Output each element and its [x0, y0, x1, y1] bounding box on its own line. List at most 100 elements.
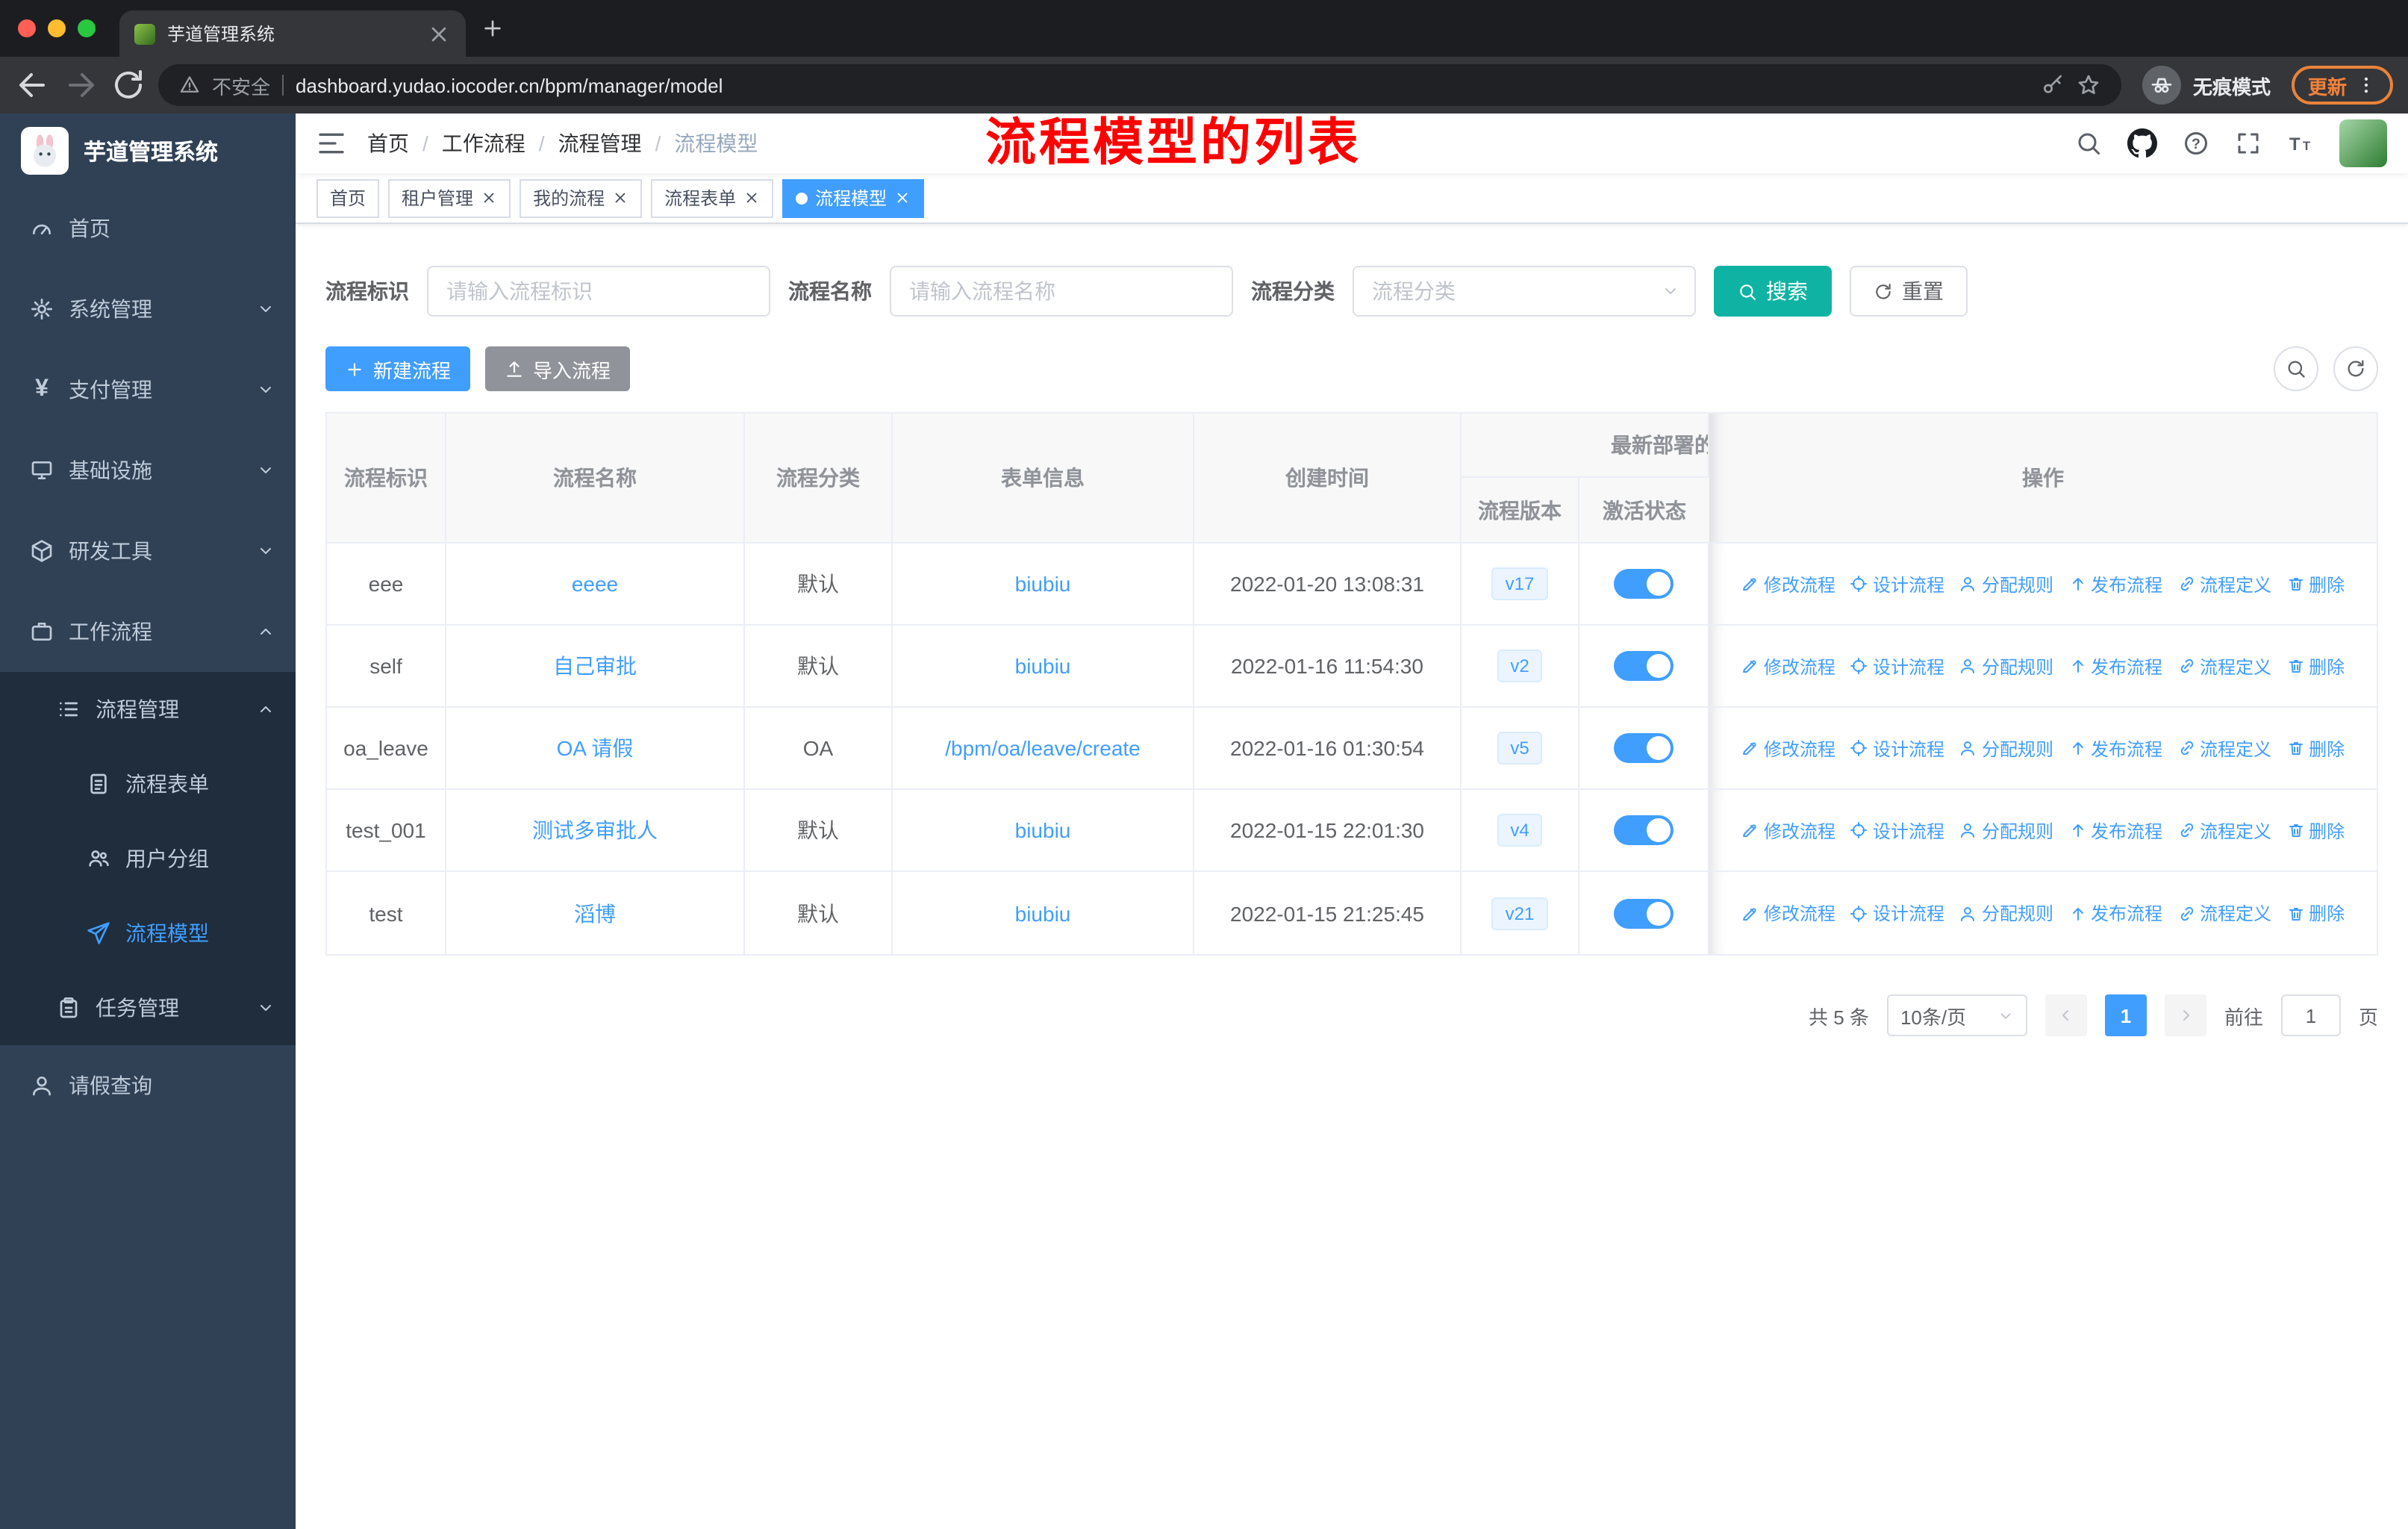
reset-button[interactable]: 重置 [1850, 266, 1968, 317]
process-name-input[interactable] [890, 266, 1233, 317]
form-info-link[interactable]: biubiu [1015, 572, 1071, 596]
edit-process-link[interactable]: 修改流程 [1741, 571, 1835, 597]
process-definition-link[interactable]: 流程定义 [2177, 818, 2271, 843]
assign-rule-link[interactable]: 分配规则 [1959, 735, 2053, 761]
address-bar[interactable]: 不安全 dashboard.yudao.iocoder.cn/bpm/manag… [158, 64, 2121, 106]
sidebar-item-payment[interactable]: ¥ 支付管理 [0, 349, 296, 430]
sidebar-item-process-form[interactable]: 流程表单 [0, 747, 296, 821]
sidebar-item-home[interactable]: 首页 [0, 188, 296, 269]
refresh-table-button[interactable] [2333, 346, 2378, 391]
password-key-icon[interactable] [2041, 73, 2065, 97]
process-name-link[interactable]: 自己审批 [553, 654, 637, 678]
design-process-link[interactable]: 设计流程 [1850, 653, 1944, 679]
sidebar-item-workflow[interactable]: 工作流程 [0, 591, 296, 672]
current-page-button[interactable]: 1 [2104, 994, 2147, 1036]
active-toggle[interactable] [1614, 815, 1674, 845]
edit-process-link[interactable]: 修改流程 [1741, 818, 1835, 843]
assign-rule-link[interactable]: 分配规则 [1959, 900, 2053, 926]
assign-rule-link[interactable]: 分配规则 [1959, 571, 2053, 597]
form-info-link[interactable]: biubiu [1015, 818, 1071, 842]
search-button[interactable]: 搜索 [1714, 266, 1832, 317]
sidebar-item-leave-query[interactable]: 请假查询 [0, 1045, 296, 1126]
tag-process-model[interactable]: 流程模型 [782, 178, 925, 217]
process-category-select[interactable]: 流程分类 [1353, 266, 1696, 317]
sidebar-item-task-management[interactable]: 任务管理 [0, 971, 296, 1045]
incognito-profile-chip[interactable]: 无痕模式 [2142, 66, 2271, 105]
delete-link[interactable]: 删除 [2286, 735, 2345, 761]
active-toggle[interactable] [1614, 733, 1674, 763]
process-definition-link[interactable]: 流程定义 [2177, 900, 2271, 926]
delete-link[interactable]: 删除 [2286, 571, 2345, 597]
sidebar-item-infrastructure[interactable]: 基础设施 [0, 430, 296, 511]
page-size-select[interactable]: 10条/页 [1886, 994, 2027, 1036]
forward-icon[interactable] [63, 67, 99, 103]
delete-link[interactable]: 删除 [2286, 900, 2345, 926]
tag-tenant-management[interactable]: 租户管理 [388, 178, 511, 217]
form-info-link[interactable]: /bpm/oa/leave/create [945, 736, 1141, 760]
close-window-button[interactable] [18, 19, 36, 37]
next-page-button[interactable] [2164, 994, 2206, 1036]
sidebar-item-process-model[interactable]: 流程模型 [0, 896, 296, 971]
breadcrumb-process-management[interactable]: 流程管理 [558, 128, 642, 158]
process-name-link[interactable]: 测试多审批人 [532, 818, 658, 842]
edit-process-link[interactable]: 修改流程 [1741, 735, 1835, 761]
process-definition-link[interactable]: 流程定义 [2177, 571, 2271, 597]
publish-process-link[interactable]: 发布流程 [2068, 900, 2162, 926]
publish-process-link[interactable]: 发布流程 [2068, 818, 2162, 843]
active-toggle[interactable] [1614, 569, 1674, 599]
design-process-link[interactable]: 设计流程 [1850, 571, 1944, 597]
tag-home[interactable]: 首页 [316, 178, 380, 217]
sidebar-item-process-management[interactable]: 流程管理 [0, 672, 296, 747]
breadcrumb-home[interactable]: 首页 [367, 128, 409, 158]
breadcrumb-workflow[interactable]: 工作流程 [442, 128, 525, 158]
edit-process-link[interactable]: 修改流程 [1741, 900, 1835, 926]
design-process-link[interactable]: 设计流程 [1850, 735, 1944, 761]
prev-page-button[interactable] [2044, 994, 2087, 1036]
form-info-link[interactable]: biubiu [1015, 654, 1071, 678]
sidebar-item-devtools[interactable]: 研发工具 [0, 511, 296, 591]
toggle-search-button[interactable] [2274, 346, 2318, 391]
app-logo-row[interactable]: 芋道管理系统 [0, 113, 296, 188]
form-info-link[interactable]: biubiu [1015, 901, 1071, 925]
design-process-link[interactable]: 设计流程 [1850, 900, 1944, 926]
browser-update-button[interactable]: 更新 [2291, 66, 2393, 105]
browser-tab[interactable]: 芋道管理系统 [119, 10, 466, 57]
help-icon[interactable] [2183, 130, 2209, 157]
back-icon[interactable] [15, 67, 51, 103]
new-tab-button[interactable] [481, 16, 505, 40]
reload-icon[interactable] [110, 67, 146, 103]
minimize-window-button[interactable] [48, 19, 66, 37]
sidebar-item-system[interactable]: 系统管理 [0, 269, 296, 349]
goto-page-input[interactable] [2280, 994, 2341, 1036]
fullscreen-icon[interactable] [2235, 130, 2262, 157]
close-icon[interactable] [612, 190, 628, 206]
close-icon[interactable] [894, 190, 911, 206]
process-definition-link[interactable]: 流程定义 [2177, 653, 2271, 679]
publish-process-link[interactable]: 发布流程 [2068, 571, 2162, 597]
tab-close-icon[interactable] [427, 22, 451, 46]
publish-process-link[interactable]: 发布流程 [2068, 735, 2162, 761]
user-avatar[interactable] [2339, 119, 2387, 167]
process-name-link[interactable]: OA 请假 [557, 736, 634, 760]
maximize-window-button[interactable] [78, 19, 96, 37]
import-process-button[interactable]: 导入流程 [485, 346, 631, 391]
process-name-link[interactable]: 滔博 [574, 901, 616, 925]
sidebar-toggle-icon[interactable] [316, 128, 346, 158]
process-definition-link[interactable]: 流程定义 [2177, 735, 2271, 761]
bookmark-star-icon[interactable] [2077, 73, 2100, 97]
close-icon[interactable] [481, 190, 497, 206]
close-icon[interactable] [743, 190, 760, 206]
delete-link[interactable]: 删除 [2286, 818, 2345, 843]
github-icon[interactable] [2127, 128, 2157, 158]
edit-process-link[interactable]: 修改流程 [1741, 653, 1835, 679]
design-process-link[interactable]: 设计流程 [1850, 818, 1944, 843]
tag-process-form[interactable]: 流程表单 [651, 178, 774, 217]
delete-link[interactable]: 删除 [2286, 653, 2345, 679]
font-size-icon[interactable] [2287, 130, 2314, 157]
assign-rule-link[interactable]: 分配规则 [1959, 818, 2053, 843]
process-key-input[interactable] [427, 266, 770, 317]
tag-my-process[interactable]: 我的流程 [520, 178, 643, 217]
publish-process-link[interactable]: 发布流程 [2068, 653, 2162, 679]
create-process-button[interactable]: 新建流程 [325, 346, 471, 391]
search-icon[interactable] [2075, 130, 2102, 157]
